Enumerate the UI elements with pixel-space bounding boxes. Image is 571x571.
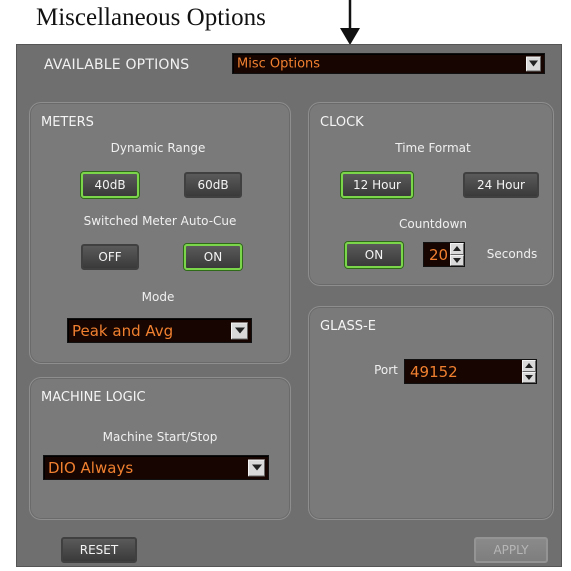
- machine-start-stop-dropdown[interactable]: DIO Always: [43, 455, 269, 480]
- triangle-up-icon[interactable]: [522, 360, 536, 372]
- dynamic-range-60db-button[interactable]: 60dB: [184, 172, 242, 198]
- chevron-down-icon[interactable]: [526, 56, 541, 71]
- machine-start-stop-label: Machine Start/Stop: [102, 430, 218, 444]
- clock-title: CLOCK: [320, 115, 364, 130]
- countdown-stepper[interactable]: 20: [423, 242, 465, 267]
- options-window: AVAILABLE OPTIONS Misc Options METERS Dy…: [16, 44, 562, 567]
- time-format-12-hour-button[interactable]: 12 Hour: [341, 172, 413, 198]
- meters-title: METERS: [41, 115, 94, 130]
- available-options-dropdown[interactable]: Misc Options: [232, 53, 545, 74]
- triangle-down-icon[interactable]: [522, 371, 536, 383]
- chevron-down-icon[interactable]: [231, 322, 248, 339]
- triangle-up-icon[interactable]: [450, 243, 464, 255]
- machine-start-stop-value: DIO Always: [48, 458, 134, 477]
- time-format-24-hour-button[interactable]: 24 Hour: [463, 172, 539, 198]
- chevron-down-icon[interactable]: [248, 459, 265, 476]
- port-stepper[interactable]: 49152: [404, 359, 537, 384]
- glass-e-panel: GLASS-E Port 49152: [308, 306, 554, 520]
- machine-logic-title: MACHINE LOGIC: [41, 390, 146, 405]
- port-value: 49152: [410, 362, 458, 381]
- meters-panel: METERS Dynamic Range 40dB 60dB Switched …: [29, 102, 291, 364]
- mode-dropdown[interactable]: Peak and Avg: [67, 318, 252, 343]
- apply-button[interactable]: APPLY: [474, 537, 548, 563]
- glass-e-title: GLASS-E: [320, 319, 376, 334]
- auto-cue-on-button[interactable]: ON: [184, 244, 242, 270]
- port-label: Port: [374, 363, 398, 377]
- triangle-down-icon[interactable]: [450, 254, 464, 266]
- auto-cue-off-button[interactable]: OFF: [81, 244, 139, 270]
- auto-cue-label: Switched Meter Auto-Cue: [83, 214, 237, 228]
- mode-value: Peak and Avg: [72, 321, 174, 340]
- countdown-unit-label: Seconds: [486, 247, 538, 261]
- time-format-label: Time Format: [395, 141, 471, 155]
- dynamic-range-40db-button[interactable]: 40dB: [81, 172, 139, 198]
- mode-label: Mode: [141, 290, 175, 304]
- page-caption: Miscellaneous Options: [36, 4, 266, 31]
- arrow-down-icon: [340, 0, 360, 45]
- available-options-label: AVAILABLE OPTIONS: [44, 57, 190, 73]
- clock-panel: CLOCK Time Format 12 Hour 24 Hour Countd…: [308, 102, 554, 286]
- reset-button[interactable]: RESET: [61, 537, 137, 563]
- available-options-value: Misc Options: [237, 56, 321, 71]
- countdown-label: Countdown: [398, 217, 468, 231]
- dynamic-range-label: Dynamic Range: [110, 141, 206, 155]
- machine-logic-panel: MACHINE LOGIC Machine Start/Stop DIO Alw…: [29, 377, 291, 520]
- countdown-on-button[interactable]: ON: [345, 242, 403, 268]
- countdown-value: 20: [429, 245, 449, 264]
